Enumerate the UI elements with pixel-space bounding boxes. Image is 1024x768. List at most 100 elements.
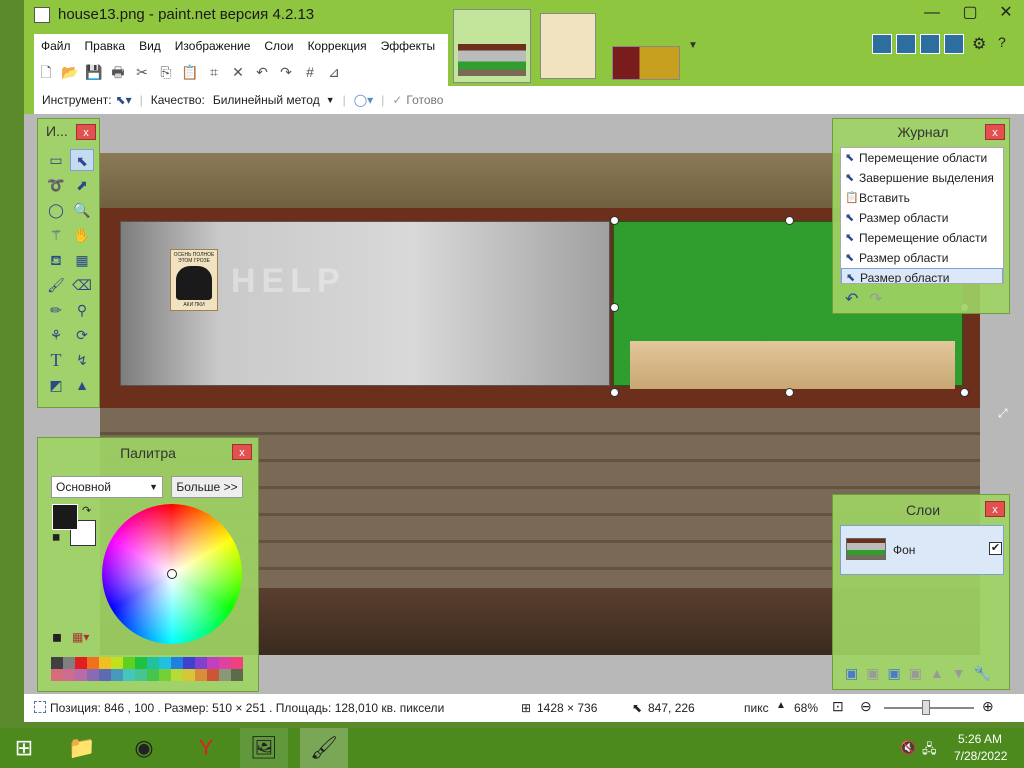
palette-swatch[interactable] (75, 669, 87, 681)
zoom-slider-thumb[interactable] (922, 700, 930, 715)
merge-layer-icon[interactable]: ▣ (909, 665, 930, 681)
recolor-icon[interactable]: ⟳ (70, 324, 94, 346)
menu-view[interactable]: Вид (132, 34, 168, 58)
selection-handle[interactable] (785, 388, 794, 397)
network-icon[interactable]: 🖧 (922, 740, 937, 762)
new-file-icon[interactable]: 🗋 (35, 61, 57, 83)
color-picker-icon[interactable]: ⚲ (70, 299, 94, 321)
layer-row-background[interactable]: Фон ✔ (840, 525, 1004, 575)
print-icon[interactable]: 🖶 (107, 61, 129, 83)
tools-window-icon[interactable] (872, 34, 892, 54)
move-selected-icon[interactable]: ⬉ (70, 149, 94, 171)
palette-swatch[interactable] (219, 669, 231, 681)
history-close-button[interactable]: x (985, 124, 1005, 140)
crop-icon[interactable]: ⌗ (203, 61, 225, 83)
selection-handle[interactable] (960, 388, 969, 397)
history-item[interactable]: ⬉ Размер области (841, 208, 1003, 228)
palette-swatch[interactable] (183, 669, 195, 681)
text-tool-icon[interactable]: T (44, 349, 68, 371)
color-wheel-cursor[interactable] (167, 569, 177, 579)
zoom-fit-icon[interactable]: ⊡ (832, 698, 844, 715)
history-redo-icon[interactable]: ↷ (869, 289, 882, 309)
palette-swatch[interactable] (231, 657, 243, 669)
layers-window-icon[interactable] (920, 34, 940, 54)
delete-layer-icon[interactable]: ▣ (866, 665, 887, 681)
windows-start-icon[interactable]: ⊞ (0, 728, 48, 768)
layer-visibility-checkbox[interactable]: ✔ (989, 542, 1002, 555)
zoom-in-icon[interactable]: ⊕ (982, 698, 994, 715)
palette-swatch[interactable] (219, 657, 231, 669)
add-color-icon[interactable]: ◼ (52, 630, 62, 644)
palette-swatch[interactable] (207, 657, 219, 669)
ellipse-select-icon[interactable]: ◯ (44, 199, 68, 221)
magic-wand-icon[interactable]: ⚚ (44, 224, 68, 246)
palette-swatch[interactable] (135, 657, 147, 669)
paintnet-app-icon[interactable]: 🖌 (300, 728, 348, 768)
zoom-level[interactable]: 68% (794, 701, 818, 715)
grid-icon[interactable]: # (299, 61, 321, 83)
units-chevron-icon[interactable]: ▲ (776, 700, 786, 711)
pencil-icon[interactable]: ✏ (44, 299, 68, 321)
palette-mode-select[interactable]: Основной ▼ (51, 476, 163, 498)
menu-image[interactable]: Изображение (168, 34, 258, 58)
menu-file[interactable]: Файл (34, 34, 78, 58)
selection-handle[interactable] (610, 216, 619, 225)
palette-swatch[interactable] (75, 657, 87, 669)
line-curve-icon[interactable]: ↯ (70, 349, 94, 371)
palette-swatch[interactable] (231, 669, 243, 681)
palette-swatch[interactable] (195, 657, 207, 669)
palette-swatch[interactable] (207, 669, 219, 681)
move-selection-icon[interactable]: ⬉▾ (116, 93, 132, 107)
layer-properties-icon[interactable]: 🔧 (974, 665, 999, 681)
rectangle-select-icon[interactable]: ▭ (44, 149, 68, 171)
palette-swatch[interactable] (183, 657, 195, 669)
menu-layers[interactable]: Слои (257, 34, 300, 58)
redo-icon[interactable]: ↷ (275, 61, 297, 83)
yandex-browser-icon[interactable]: Y (182, 728, 230, 768)
palette-swatch[interactable] (87, 657, 99, 669)
palette-close-button[interactable]: x (232, 444, 252, 460)
zoom-out-icon[interactable]: ⊖ (860, 698, 872, 715)
ruler-icon[interactable]: ⊿ (323, 61, 345, 83)
image-tab-house[interactable] (612, 46, 680, 80)
menu-edit[interactable]: Правка (78, 34, 133, 58)
clock-date[interactable]: 7/28/2022 (954, 749, 1007, 763)
tabs-dropdown-icon[interactable]: ▼ (688, 40, 698, 51)
volume-muted-icon[interactable]: 🔇 (900, 740, 916, 756)
history-window-icon[interactable] (896, 34, 916, 54)
history-item[interactable]: ⬉ Завершение выделения (841, 168, 1003, 188)
swap-colors-icon[interactable]: ↷ (82, 504, 91, 517)
layers-close-button[interactable]: x (985, 501, 1005, 517)
palette-swatch[interactable] (171, 669, 183, 681)
history-item[interactable]: ⬉ Размер области (841, 248, 1003, 268)
undo-icon[interactable]: ↶ (251, 61, 273, 83)
palette-swatch[interactable] (63, 669, 75, 681)
maximize-button[interactable]: ▢ (952, 0, 988, 26)
paintbrush-icon[interactable]: 🖌 (44, 274, 68, 296)
history-item[interactable]: ⬉ Перемещение области (841, 148, 1003, 168)
selection-mode-icon[interactable]: ◯▾ (354, 93, 373, 107)
menu-adjustments[interactable]: Коррекция (301, 34, 374, 58)
move-layer-down-icon[interactable]: ▼ (952, 665, 974, 681)
palette-swatch[interactable] (135, 669, 147, 681)
palette-swatch[interactable] (195, 669, 207, 681)
clone-stamp-icon[interactable]: ⚘ (44, 324, 68, 346)
selection-handle[interactable] (610, 388, 619, 397)
palette-swatches[interactable] (51, 657, 243, 681)
palette-swatch[interactable] (171, 657, 183, 669)
palette-swatch[interactable] (99, 669, 111, 681)
duplicate-layer-icon[interactable]: ▣ (887, 665, 908, 681)
units-selector[interactable]: пикс (744, 701, 769, 715)
move-selection-icon[interactable]: ⬈ (70, 174, 94, 196)
quality-dropdown[interactable]: Билинейный метод (213, 93, 320, 107)
clock-time[interactable]: 5:26 AM (958, 732, 1002, 746)
save-icon[interactable]: 💾 (83, 61, 105, 83)
history-item[interactable]: ⬉ Перемещение области (841, 228, 1003, 248)
zoom-icon[interactable]: 🔍 (70, 199, 94, 221)
palette-swatch[interactable] (123, 669, 135, 681)
palette-swatch[interactable] (159, 669, 171, 681)
palette-swatch[interactable] (123, 657, 135, 669)
minimize-button[interactable]: — (914, 0, 950, 26)
pan-icon[interactable]: ✋ (70, 224, 94, 246)
history-item-selected[interactable]: ⬉ Размер области (841, 268, 1003, 283)
